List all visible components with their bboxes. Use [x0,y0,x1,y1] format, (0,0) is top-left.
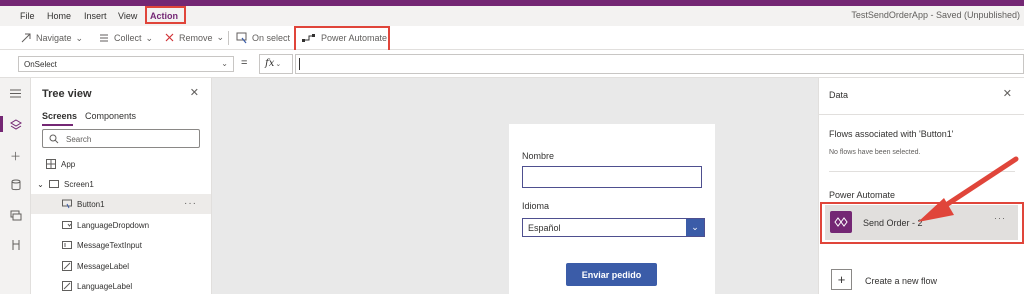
database-icon[interactable] [9,178,22,191]
navigate-label: Navigate [36,33,72,43]
menu-view[interactable]: View [118,11,137,21]
data-panel-title: Data [829,90,849,100]
name-input[interactable] [522,166,702,188]
close-icon[interactable]: ✕ [190,86,199,99]
plus-icon[interactable]: ＋ [9,149,22,163]
flow-item-highlight [820,202,1024,244]
button-icon [61,199,72,210]
app-title: TestSendOrderApp - Saved (Unpublished) [851,10,1020,20]
screen-icon [48,179,59,190]
label-icon [61,261,72,272]
rail-active-indicator [0,116,3,132]
tree-item-label: LanguageDropdown [77,220,150,230]
data-panel: Data ✕ Flows associated with 'Button1' N… [818,78,1024,294]
close-icon [165,33,174,42]
associated-flows-title: Flows associated with 'Button1' [829,129,954,139]
chevron-down-icon: ⌄ [145,32,154,43]
tools-icon[interactable] [9,238,22,251]
collect-button[interactable]: Collect ⌄ [98,32,153,44]
action-menu-highlight [145,6,186,24]
chevron-down-icon: ⌄ [37,179,44,189]
tree-item-label: MessageTextInput [77,240,142,250]
tree-item-app[interactable]: App [31,154,211,174]
app-icon [45,159,56,170]
function-button[interactable]: fx⌄ [259,54,293,74]
tree-item-screen1[interactable]: ⌄ Screen1 [31,174,211,194]
text-input-icon [61,240,72,251]
layers-icon[interactable] [9,118,22,131]
text-cursor [299,58,300,70]
create-flow-link[interactable]: Create a new flow [865,276,937,286]
tree-item-messagetextinput[interactable]: MessageTextInput [31,235,211,255]
navigate-icon [21,33,31,43]
formula-input[interactable] [295,54,1024,74]
divider [819,114,1024,115]
label-icon [61,281,72,292]
collect-icon [100,34,108,42]
fx-icon: fx [265,58,275,69]
chevron-down-icon: ⌄ [275,61,282,68]
media-icon[interactable] [9,209,22,222]
hamburger-icon[interactable] [9,87,22,100]
menu-insert[interactable]: Insert [84,11,107,21]
language-label: Idioma [522,201,550,211]
tree-item-label: Screen1 [64,179,94,189]
tree-item-languagedropdown[interactable]: LanguageDropdown [31,215,211,235]
left-rail: ＋ [0,78,31,294]
toolbar: Navigate ⌄ Collect ⌄ Remove ⌄ On select … [0,26,1024,50]
menu-file[interactable]: File [20,11,35,21]
chevron-down-icon: ⌄ [686,219,704,236]
tree-item-label: MessageLabel [77,261,130,271]
navigate-button[interactable]: Navigate ⌄ [20,32,83,44]
menu-home[interactable]: Home [47,11,71,21]
tree-item-label: LanguageLabel [77,281,133,291]
tree-item-languagelabel[interactable]: LanguageLabel [31,276,211,294]
dropdown-icon [61,220,72,231]
on-select-label: On select [252,33,291,43]
name-label: Nombre [522,151,555,161]
tree-item-messagelabel[interactable]: MessageLabel [31,256,211,276]
property-dropdown[interactable]: OnSelect ⌄ [18,56,234,72]
on-select-button[interactable]: On select [236,32,290,44]
tab-components[interactable]: Components [85,111,136,121]
search-input[interactable]: Search [42,129,200,148]
toolbar-divider [228,31,229,45]
formula-bar: OnSelect ⌄ = fx⌄ [0,50,1024,78]
property-value: OnSelect [24,60,57,69]
search-icon [49,134,59,144]
chevron-down-icon: ⌄ [221,59,228,68]
close-icon[interactable]: ✕ [1003,87,1012,100]
language-dropdown[interactable]: Español ⌄ [522,218,705,237]
tree-item-button1[interactable]: Button1 ··· [31,194,211,214]
chevron-down-icon: ⌄ [75,32,84,43]
app-screen: Nombre Idioma Español ⌄ Enviar pedido [509,124,715,294]
remove-button[interactable]: Remove ⌄ [164,32,224,43]
remove-label: Remove [179,32,213,43]
on-select-icon [236,32,247,44]
tree-item-label: App [61,159,76,169]
collect-label: Collect [114,33,142,43]
tab-underline [42,124,73,126]
no-flows-text: No flows have been selected. [829,149,921,156]
tree-view-panel: Tree view ✕ Screens Components Search Ap… [31,78,212,294]
equals-sign: = [241,57,248,69]
submit-order-button[interactable]: Enviar pedido [566,263,657,286]
tab-screens[interactable]: Screens [42,111,77,121]
language-value: Español [528,223,561,233]
divider [829,171,1015,172]
plus-icon[interactable]: + [831,269,852,290]
more-icon[interactable]: ··· [184,198,197,209]
tree-item-label: Button1 [77,199,105,209]
search-placeholder: Search [66,135,92,144]
chevron-down-icon: ⌄ [216,32,225,42]
design-canvas: Nombre Idioma Español ⌄ Enviar pedido [212,78,818,294]
power-automate-section-title: Power Automate [829,190,896,200]
tree-view-title: Tree view [42,88,92,100]
